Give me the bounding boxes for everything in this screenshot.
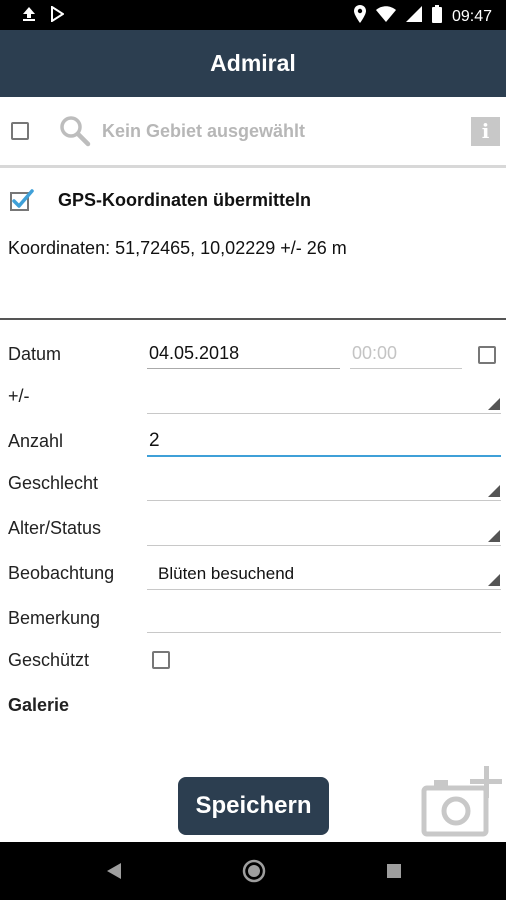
bemerkung-label: Bemerkung xyxy=(8,608,101,628)
geschuetzt-checkbox[interactable] xyxy=(152,651,170,669)
beobachtung-value: Blüten besuchend xyxy=(158,564,295,583)
add-photo-icon[interactable] xyxy=(420,766,504,843)
clock-time: 09:47 xyxy=(451,7,492,25)
plusminus-label: +/- xyxy=(8,386,30,406)
area-select-checkbox[interactable] xyxy=(11,122,29,140)
dropdown-arrow-icon xyxy=(488,398,500,410)
section-divider xyxy=(0,318,506,320)
area-search-row: Kein Gebiet ausgewählt xyxy=(0,97,506,168)
battery-icon xyxy=(431,5,442,28)
alter-status-label: Alter/Status xyxy=(8,518,102,538)
info-button[interactable]: i xyxy=(471,117,500,146)
dropdown-arrow-icon xyxy=(488,574,500,586)
signal-icon xyxy=(405,6,422,27)
location-icon xyxy=(353,5,366,28)
home-icon[interactable] xyxy=(242,859,266,888)
system-navigation-bar xyxy=(0,842,506,900)
time-field[interactable]: 00:00 xyxy=(350,338,462,369)
beobachtung-dropdown[interactable]: Blüten besuchend xyxy=(147,559,501,590)
save-button[interactable]: Speichern xyxy=(178,777,329,835)
app-bar: Admiral xyxy=(0,30,506,97)
geschuetzt-label: Geschützt xyxy=(8,650,90,670)
beobachtung-label: Beobachtung xyxy=(8,563,115,583)
area-search-placeholder[interactable]: Kein Gebiet ausgewählt xyxy=(102,121,305,142)
play-store-icon xyxy=(50,5,65,27)
recents-icon[interactable] xyxy=(386,863,402,884)
search-icon[interactable] xyxy=(59,115,91,152)
date-field[interactable]: 04.05.2018 xyxy=(147,338,340,369)
datum-label: Datum xyxy=(8,344,62,364)
time-placeholder: 00:00 xyxy=(352,343,398,363)
wifi-icon xyxy=(375,6,396,27)
anzahl-value: 2 xyxy=(149,430,160,451)
gps-label: GPS-Koordinaten übermitteln xyxy=(58,190,312,210)
date-value: 04.05.2018 xyxy=(149,343,240,363)
anzahl-label: Anzahl xyxy=(8,431,64,451)
geschlecht-dropdown[interactable] xyxy=(147,470,501,501)
anzahl-input[interactable]: 2 xyxy=(147,425,501,457)
geschlecht-label: Geschlecht xyxy=(8,473,99,493)
back-icon[interactable] xyxy=(106,862,122,885)
plusminus-dropdown[interactable] xyxy=(147,383,501,414)
galerie-heading: Galerie xyxy=(8,695,70,715)
status-bar: 09:47 xyxy=(0,0,506,30)
bemerkung-input[interactable] xyxy=(147,602,501,633)
alter-status-dropdown[interactable] xyxy=(147,515,501,546)
upload-icon xyxy=(22,6,36,27)
dropdown-arrow-icon xyxy=(488,485,500,497)
gps-checkbox[interactable] xyxy=(10,189,34,216)
time-checkbox[interactable] xyxy=(478,346,496,364)
coordinates-text: Koordinaten: 51,72465, 10,02229 +/- 26 m xyxy=(8,238,347,258)
page-title: Admiral xyxy=(210,50,296,76)
dropdown-arrow-icon xyxy=(488,530,500,542)
